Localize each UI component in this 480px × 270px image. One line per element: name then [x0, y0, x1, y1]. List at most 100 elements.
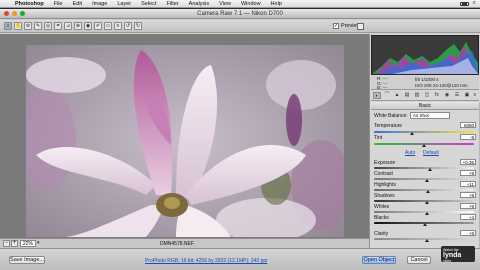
clarity-thumb[interactable]	[425, 239, 429, 242]
crop-tool-icon[interactable]: ⌗	[54, 22, 62, 30]
white-balance-select[interactable]: As Shot	[410, 112, 450, 119]
contrast-label: Contrast	[374, 171, 393, 177]
straighten-tool-icon[interactable]: ⊿	[64, 22, 72, 30]
tab-basic-icon[interactable]: ◐	[373, 92, 381, 99]
preview-checkbox[interactable]: ✓	[333, 23, 339, 29]
menu-image[interactable]: Image	[87, 1, 112, 7]
temperature-label: Temperature	[374, 123, 403, 129]
contrast-thumb[interactable]	[425, 179, 429, 182]
highlights-thumb[interactable]	[426, 190, 430, 193]
title-bar[interactable]: Camera Raw 7.1 — Nikon D700	[0, 9, 480, 19]
hand-tool-icon[interactable]: ✋	[14, 22, 22, 30]
highlights-slider[interactable]	[374, 189, 474, 191]
rgb-b: B: ---	[377, 85, 387, 90]
menu-select[interactable]: Select	[136, 1, 161, 7]
menu-file[interactable]: File	[49, 1, 68, 7]
cancel-button[interactable]: Cancel	[407, 256, 431, 264]
menu-analysis[interactable]: Analysis	[184, 1, 214, 7]
panel-tabs: ◐ ⌒ ▲ ▤ ▥ ◫ fx ◉ ☰ ▣ ≡	[371, 91, 479, 101]
window-title: Camera Raw 7.1 — Nikon D700	[197, 10, 283, 17]
save-image-button[interactable]: Save Image...	[9, 256, 45, 264]
contrast-field[interactable]: +9	[460, 170, 476, 176]
contrast-slider[interactable]	[374, 178, 474, 180]
camera-raw-window: Camera Raw 7.1 — Nikon D700 ⌕ ✋ ⊘ ✎ ◎ ⌗ …	[0, 9, 480, 270]
highlights-field[interactable]: +11	[460, 181, 476, 187]
tab-camera-calibration-icon[interactable]: ◉	[443, 92, 451, 99]
menu-window[interactable]: Window	[236, 1, 266, 7]
watermark-line3: video	[443, 259, 452, 263]
auto-link[interactable]: Auto	[405, 150, 415, 156]
menu-help[interactable]: Help	[266, 1, 287, 7]
menu-layer[interactable]: Layer	[112, 1, 136, 7]
whites-label: Whites	[374, 204, 390, 210]
battery-icon[interactable]	[459, 1, 469, 6]
spotlight-icon[interactable]: ⌕	[473, 0, 476, 7]
menu-filter[interactable]: Filter	[161, 1, 183, 7]
adjustments-panel: R: --- G: --- B: --- f/8 1/1000 s ISO 20…	[369, 34, 480, 248]
temperature-slider[interactable]	[374, 131, 474, 133]
menu-edit[interactable]: Edit	[68, 1, 87, 7]
clarity-slider[interactable]	[374, 238, 474, 240]
targeted-adjustment-tool-icon[interactable]: ◎	[44, 22, 52, 30]
tint-thumb[interactable]	[422, 144, 426, 147]
exposure-slider[interactable]	[374, 167, 474, 169]
image-preview-area[interactable]	[0, 34, 369, 248]
exposure-thumb[interactable]	[428, 168, 432, 171]
tab-effects-icon[interactable]: fx	[433, 92, 441, 99]
tab-detail-icon[interactable]: ▲	[393, 92, 401, 99]
panel-menu-icon[interactable]: ≡	[471, 92, 479, 99]
spot-removal-tool-icon[interactable]: ⊕	[74, 22, 82, 30]
tint-field[interactable]: -8	[460, 134, 476, 140]
shadows-field[interactable]: +8	[460, 192, 476, 198]
menu-bar: Photoshop File Edit Image Layer Select F…	[0, 0, 480, 8]
temperature-thumb[interactable]	[410, 132, 414, 135]
shadows-slider[interactable]	[374, 200, 474, 202]
zoom-level-field[interactable]: 22%	[20, 240, 36, 247]
menu-app-name[interactable]: Photoshop	[10, 1, 49, 7]
red-eye-tool-icon[interactable]: ◉	[84, 22, 92, 30]
clarity-field[interactable]: +8	[460, 230, 476, 236]
lynda-watermark: Watch the lynda video	[441, 246, 475, 263]
tool-bar: ⌕ ✋ ⊘ ✎ ◎ ⌗ ⊿ ⊕ ◉ ✐ ▭ ≡ ↺ ↻ ✓ Preview	[0, 20, 480, 33]
exposure-field[interactable]: +0.35	[460, 159, 476, 165]
tab-tone-curve-icon[interactable]: ⌒	[383, 92, 391, 99]
menu-view[interactable]: View	[214, 1, 236, 7]
whites-field[interactable]: +9	[460, 203, 476, 209]
exposure-info: f/8 1/1000 s	[415, 77, 439, 82]
fullscreen-icon[interactable]	[357, 23, 364, 30]
preferences-icon[interactable]: ≡	[114, 22, 122, 30]
magnolia-photo[interactable]	[26, 45, 344, 237]
tab-hsl-icon[interactable]: ▤	[403, 92, 411, 99]
zoom-bar: − + 22% ▾ DMN4578.NEF	[0, 238, 369, 248]
magnolia-image	[26, 45, 344, 237]
zoom-menu-arrow-icon[interactable]: ▾	[37, 240, 43, 247]
blacks-thumb[interactable]	[423, 223, 427, 226]
open-object-button[interactable]: Open Object	[362, 256, 396, 264]
clarity-label: Clarity	[374, 231, 389, 237]
whites-slider[interactable]	[374, 211, 474, 213]
zoom-out-button[interactable]: −	[3, 240, 10, 247]
tab-presets-icon[interactable]: ☰	[453, 92, 461, 99]
tab-split-toning-icon[interactable]: ▥	[413, 92, 421, 99]
blacks-field[interactable]: +4	[460, 214, 476, 220]
color-sampler-tool-icon[interactable]: ✎	[34, 22, 42, 30]
default-link[interactable]: Default	[423, 150, 439, 156]
white-balance-tool-icon[interactable]: ⊘	[24, 22, 32, 30]
temperature-field[interactable]: 6050	[460, 122, 476, 128]
tab-lens-icon[interactable]: ◫	[423, 92, 431, 99]
workflow-options-link[interactable]: ProPhoto RGB; 16 bit; 4256 by 2832 (12.1…	[145, 258, 267, 264]
zoom-tool-icon[interactable]: ⌕	[4, 22, 12, 30]
tab-snapshots-icon[interactable]: ▣	[463, 92, 471, 99]
watermark-line2: lynda	[443, 252, 462, 259]
highlights-label: Highlights	[374, 182, 396, 188]
rotate-left-icon[interactable]: ↺	[124, 22, 132, 30]
whites-thumb[interactable]	[425, 212, 429, 215]
shadows-thumb[interactable]	[425, 201, 429, 204]
lens-info: ISO 200 24-120@120 mm	[415, 83, 468, 88]
rotate-right-icon[interactable]: ↻	[134, 22, 142, 30]
adjustment-brush-icon[interactable]: ✐	[94, 22, 102, 30]
basic-section-title: Basic	[371, 102, 479, 110]
zoom-in-button[interactable]: +	[11, 240, 18, 247]
histogram-graph	[372, 42, 478, 74]
graduated-filter-icon[interactable]: ▭	[104, 22, 112, 30]
